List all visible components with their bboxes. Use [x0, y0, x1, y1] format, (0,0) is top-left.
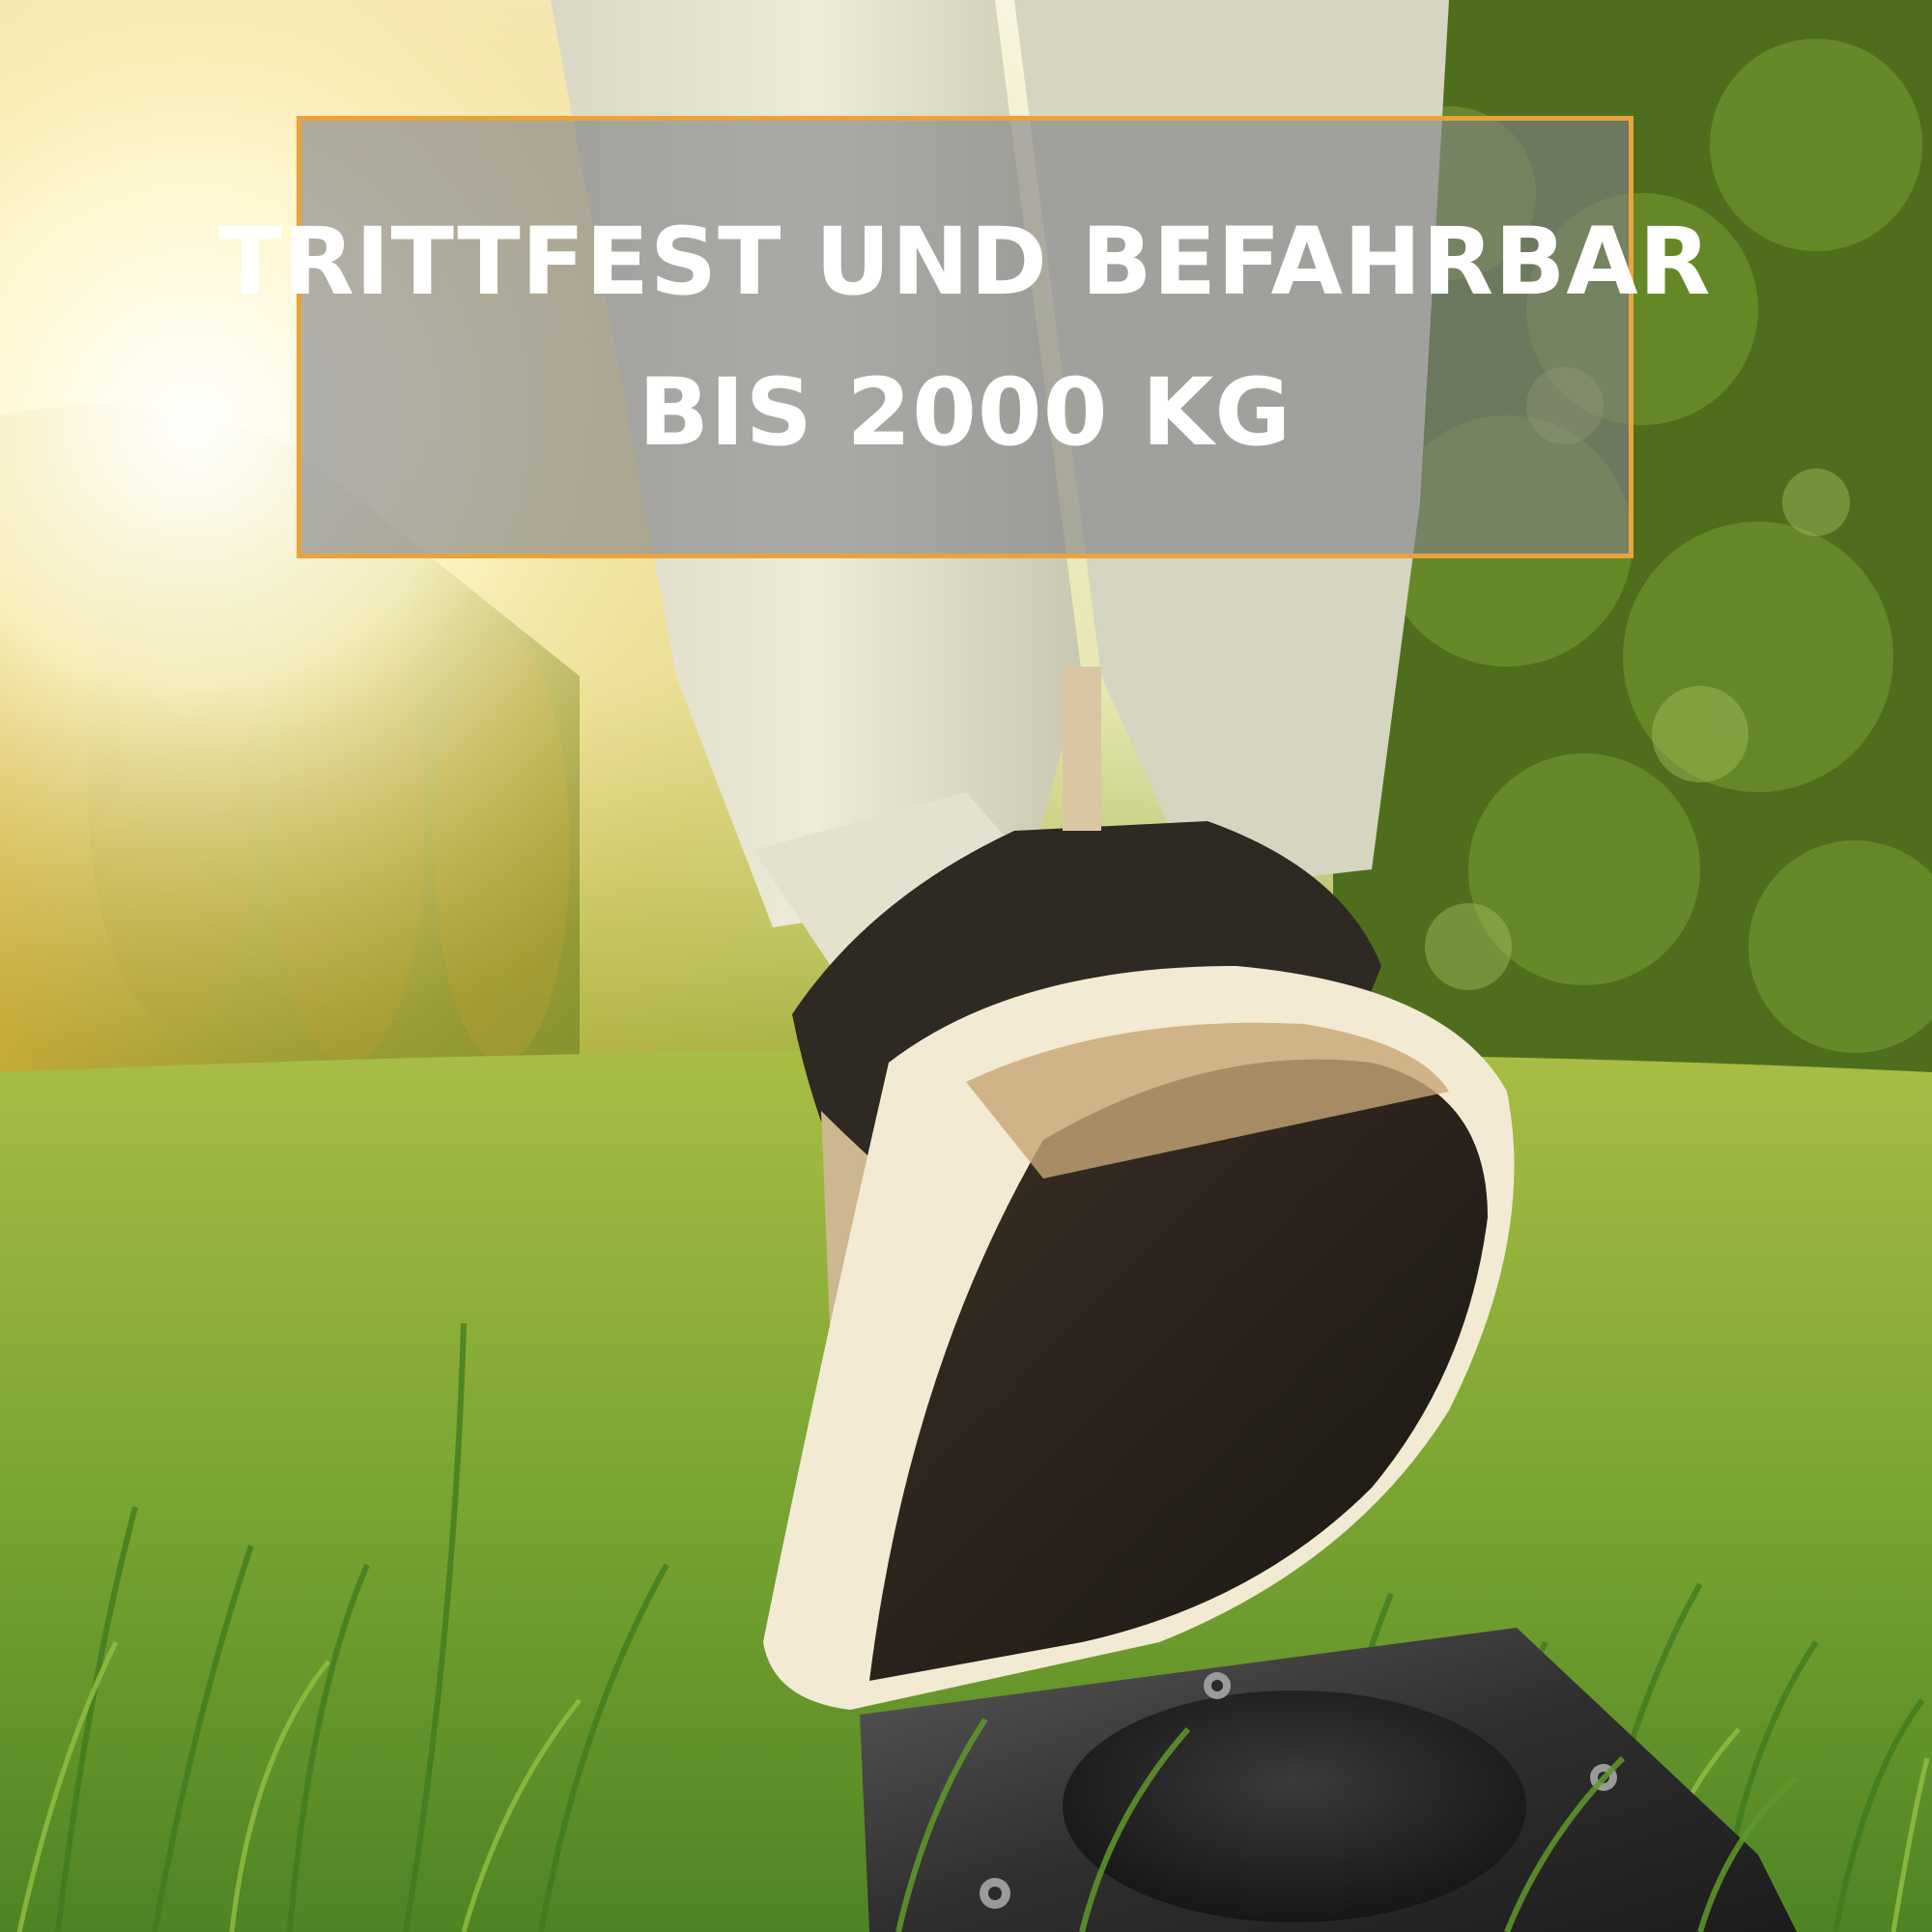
headline-line-2: BIS 2000 KG	[638, 358, 1293, 467]
headline-line-1: TRITTFEST UND BEFAHRBAR	[218, 208, 1712, 316]
headline-panel: TRITTFEST UND BEFAHRBAR BIS 2000 KG	[218, 116, 1711, 558]
product-photo-scene: TRITTFEST UND BEFAHRBAR BIS 2000 KG	[0, 0, 1932, 1932]
